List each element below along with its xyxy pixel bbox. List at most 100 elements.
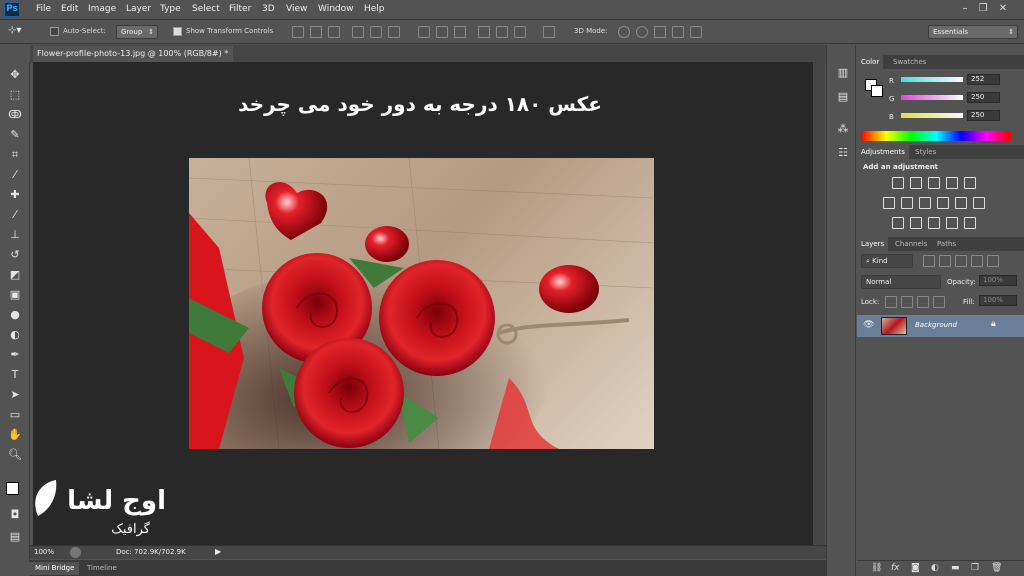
- show-transform-checkbox[interactable]: [173, 27, 182, 36]
- menu-file[interactable]: File: [36, 4, 51, 14]
- 3d-slide-icon[interactable]: [672, 26, 684, 38]
- tab-channels[interactable]: Channels: [891, 237, 931, 251]
- quick-select-tool-icon[interactable]: ✎: [6, 127, 24, 143]
- selective-color-icon[interactable]: [946, 217, 958, 229]
- workspace-dropdown[interactable]: Essentials ⇕: [928, 25, 1018, 39]
- green-value[interactable]: 250: [967, 92, 1000, 103]
- menu-help[interactable]: Help: [364, 4, 385, 14]
- clone-stamp-tool-icon[interactable]: ⊥: [6, 227, 24, 243]
- 3d-pan-icon[interactable]: [654, 26, 666, 38]
- layer-row-background[interactable]: 👁︎ Background 🔒︎: [857, 315, 1024, 337]
- auto-select-checkbox[interactable]: [50, 27, 59, 36]
- brush-tool-icon[interactable]: ⁄: [6, 207, 24, 223]
- color-balance-icon[interactable]: [901, 197, 913, 209]
- 3d-scale-icon[interactable]: [690, 26, 702, 38]
- menu-image[interactable]: Image: [88, 4, 116, 14]
- menu-3d[interactable]: 3D: [262, 4, 275, 14]
- color-background-swatch[interactable]: [871, 85, 883, 97]
- filter-shape-icon[interactable]: [971, 255, 983, 267]
- filter-type-icon[interactable]: [955, 255, 967, 267]
- tab-adjustments[interactable]: Adjustments: [857, 145, 909, 159]
- crop-tool-icon[interactable]: ⌗: [6, 147, 24, 163]
- distribute-top-icon[interactable]: [418, 26, 430, 38]
- screen-mode-icon[interactable]: ▤: [6, 529, 24, 545]
- healing-brush-tool-icon[interactable]: ✚: [6, 187, 24, 203]
- vertical-scrollbar[interactable]: [813, 62, 825, 545]
- new-adjustment-icon[interactable]: ◐: [931, 563, 939, 573]
- align-bottom-icon[interactable]: [328, 26, 340, 38]
- color-spectrum-bar[interactable]: [861, 131, 1011, 141]
- filter-smart-object-icon[interactable]: [987, 255, 999, 267]
- distribute-right-icon[interactable]: [514, 26, 526, 38]
- eraser-tool-icon[interactable]: ◩: [6, 267, 24, 283]
- document-tab[interactable]: Flower-profile-photo-13.jpg @ 100% (RGB/…: [33, 46, 233, 62]
- green-slider[interactable]: [901, 95, 963, 100]
- properties-panel-icon[interactable]: ▤: [834, 89, 852, 105]
- eyedropper-tool-icon[interactable]: ⁄: [6, 167, 24, 183]
- fill-value[interactable]: 100%: [979, 295, 1017, 306]
- menu-filter[interactable]: Filter: [229, 4, 251, 14]
- brush-panel-icon[interactable]: ⁂: [834, 121, 852, 137]
- curves-icon[interactable]: [928, 177, 940, 189]
- threshold-icon[interactable]: [928, 217, 940, 229]
- hue-saturation-icon[interactable]: [883, 197, 895, 209]
- tab-color[interactable]: Color: [857, 55, 884, 69]
- layer-name[interactable]: Background: [915, 321, 957, 329]
- character-panel-icon[interactable]: ☷: [834, 145, 852, 161]
- photo-filter-icon[interactable]: [937, 197, 949, 209]
- 3d-rotate-icon[interactable]: [618, 26, 630, 38]
- blue-value[interactable]: 250: [967, 110, 1000, 121]
- lasso-tool-icon[interactable]: ↂ: [6, 107, 24, 123]
- tab-timeline[interactable]: Timeline: [82, 562, 122, 575]
- lock-pixels-icon[interactable]: [901, 296, 913, 308]
- tab-paths[interactable]: Paths: [933, 237, 960, 251]
- lock-transparency-icon[interactable]: [885, 296, 897, 308]
- move-tool-icon[interactable]: ✥: [6, 67, 24, 83]
- distribute-hcenter-icon[interactable]: [496, 26, 508, 38]
- type-tool-icon[interactable]: T: [6, 367, 24, 383]
- marquee-tool-icon[interactable]: ⬚: [6, 87, 24, 103]
- tab-layers[interactable]: Layers: [857, 237, 889, 251]
- lock-all-icon[interactable]: [933, 296, 945, 308]
- auto-select-dropdown[interactable]: Group ⇕: [116, 25, 158, 39]
- filter-adjustment-icon[interactable]: [939, 255, 951, 267]
- menu-edit[interactable]: Edit: [61, 4, 78, 14]
- quick-mask-icon[interactable]: ◘: [6, 507, 24, 523]
- zoom-level[interactable]: 100%: [34, 548, 54, 556]
- zoom-tool-icon[interactable]: 🔍︎: [6, 447, 24, 463]
- menu-type[interactable]: Type: [160, 4, 181, 14]
- link-layers-icon[interactable]: ⛓︎: [871, 563, 882, 573]
- dodge-tool-icon[interactable]: ◐: [6, 327, 24, 343]
- 3d-roll-icon[interactable]: [636, 26, 648, 38]
- red-slider[interactable]: [901, 77, 963, 82]
- channel-mixer-icon[interactable]: [955, 197, 967, 209]
- menu-select[interactable]: Select: [192, 4, 220, 14]
- layer-filter-dropdown[interactable]: ⌕ Kind: [861, 254, 913, 268]
- color-lookup-icon[interactable]: [973, 197, 985, 209]
- eye-visibility-icon[interactable]: 👁︎: [863, 320, 874, 330]
- invert-icon[interactable]: [892, 217, 904, 229]
- move-tool-preset-icon[interactable]: ⊹▾: [8, 25, 21, 36]
- menu-view[interactable]: View: [286, 4, 307, 14]
- status-info-icon[interactable]: [70, 547, 81, 558]
- foreground-color-swatch[interactable]: [6, 482, 19, 495]
- history-panel-icon[interactable]: ▥: [834, 65, 852, 81]
- new-group-icon[interactable]: ▬: [951, 563, 960, 573]
- status-menu-arrow-icon[interactable]: ▶: [215, 547, 221, 556]
- distribute-left-icon[interactable]: [478, 26, 490, 38]
- menu-layer[interactable]: Layer: [126, 4, 151, 14]
- distribute-bottom-icon[interactable]: [454, 26, 466, 38]
- vibrance-icon[interactable]: [964, 177, 976, 189]
- brightness-contrast-icon[interactable]: [892, 177, 904, 189]
- opacity-value[interactable]: 100%: [979, 275, 1017, 286]
- gradient-map-icon[interactable]: [964, 217, 976, 229]
- align-right-icon[interactable]: [388, 26, 400, 38]
- shape-tool-icon[interactable]: ▭: [6, 407, 24, 423]
- tab-mini-bridge[interactable]: Mini Bridge: [30, 562, 80, 575]
- align-top-icon[interactable]: [292, 26, 304, 38]
- blur-tool-icon[interactable]: ●: [6, 307, 24, 323]
- blue-slider[interactable]: [901, 113, 963, 118]
- distribute-vcenter-icon[interactable]: [436, 26, 448, 38]
- tab-swatches[interactable]: Swatches: [889, 55, 930, 69]
- posterize-icon[interactable]: [910, 217, 922, 229]
